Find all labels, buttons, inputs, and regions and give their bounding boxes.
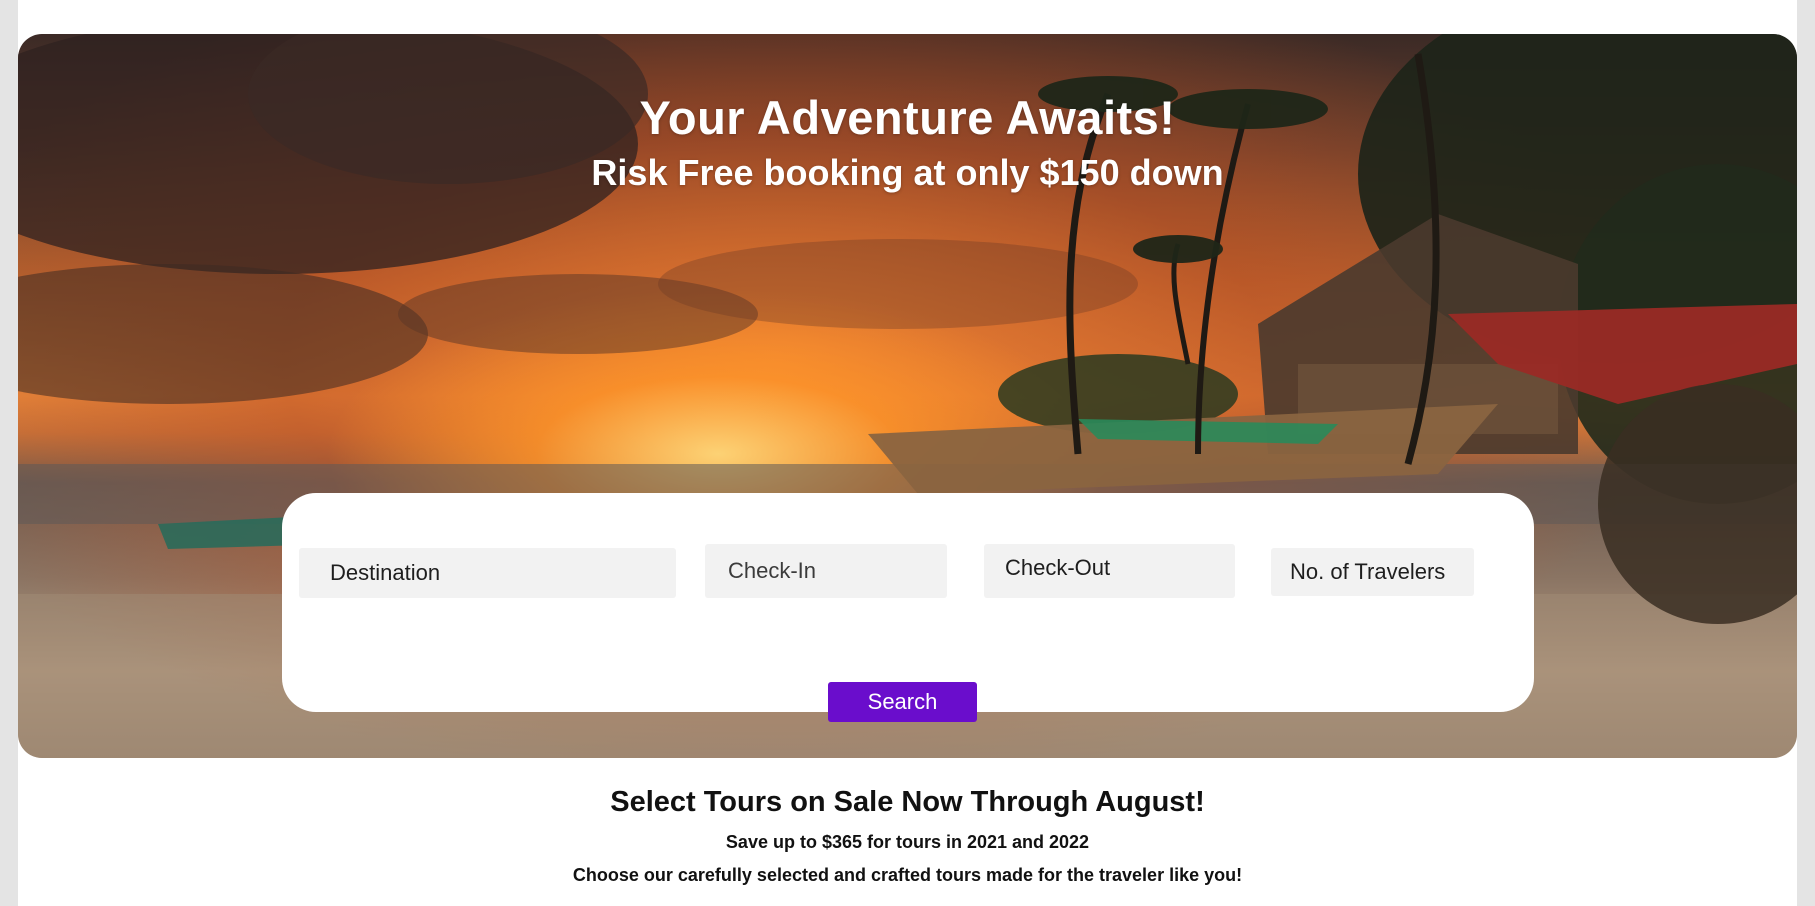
promo-savings-text: Save up to $365 for tours in 2021 and 20…	[725, 832, 1090, 852]
page: Your Adventure Awaits! Risk Free booking…	[0, 0, 1815, 906]
promo-title: Select Tours on Sale Now Through August!	[610, 786, 1205, 818]
travelers-field[interactable]: No. of Travelers	[1271, 548, 1474, 596]
hero-title: Your Adventure Awaits!	[639, 91, 1176, 144]
promo-description-text: Choose our carefully selected and crafte…	[572, 865, 1243, 885]
page-gutter-right	[1797, 0, 1815, 906]
check-in-field[interactable]: Check-In	[705, 544, 947, 598]
destination-field[interactable]: Destination	[299, 548, 676, 598]
search-form-card: Destination Check-In Check-Out No. of Tr…	[282, 493, 1534, 722]
hero-subtitle: Risk Free booking at only $150 down	[591, 152, 1224, 193]
page-gutter-left	[0, 0, 18, 906]
check-out-field[interactable]: Check-Out	[984, 544, 1235, 598]
search-button[interactable]: Search	[828, 682, 977, 722]
